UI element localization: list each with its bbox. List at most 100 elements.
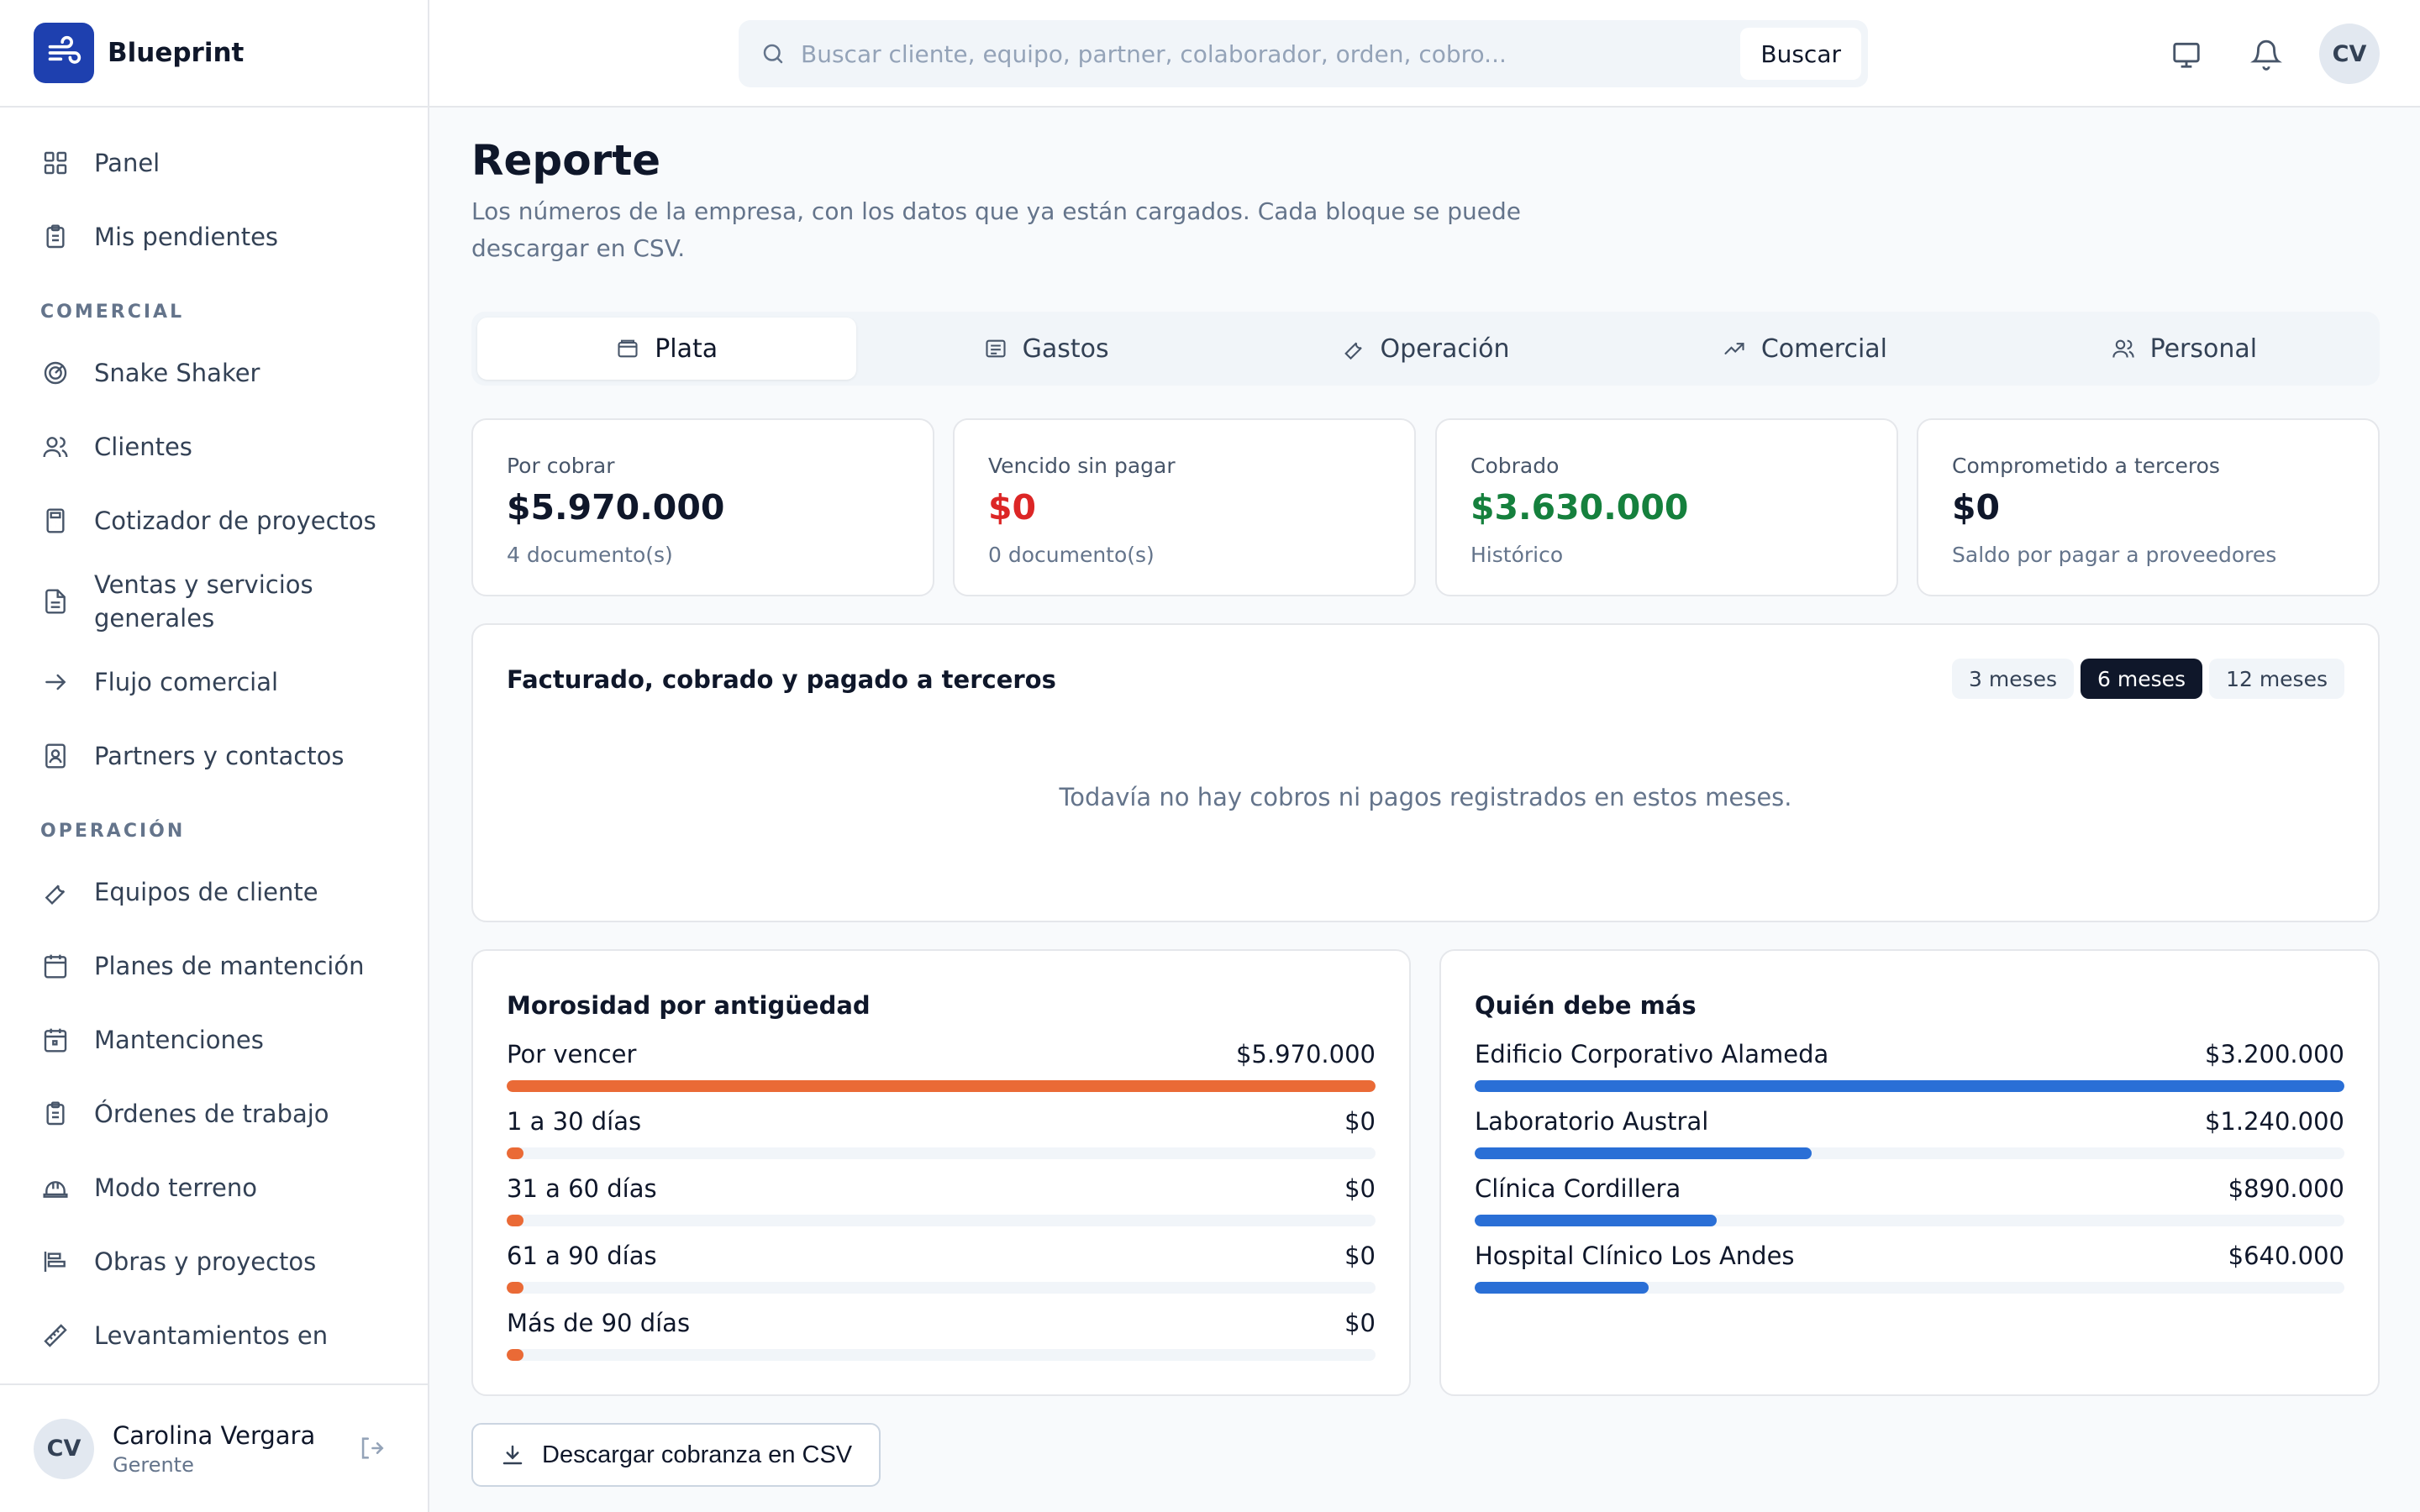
bar-track (1475, 1080, 2344, 1092)
bar-label: Más de 90 días (507, 1309, 691, 1337)
page-title: Reporte (471, 136, 661, 185)
tab-comercial[interactable]: Comercial (1615, 318, 1994, 380)
sidebar-item-mantenciones[interactable]: Mantenciones (0, 1003, 428, 1077)
wrench-icon (1342, 337, 1365, 360)
hardhat-icon (40, 1173, 71, 1203)
debtors-card-title: Quién debe más (1475, 991, 1697, 1020)
section-comercial: COMERCIAL (40, 302, 185, 323)
sidebar-item-ordenes[interactable]: Órdenes de trabajo (0, 1077, 428, 1151)
wind-logo-icon (34, 23, 94, 83)
sidebar-item-label: Modo terreno (94, 1173, 258, 1202)
bar-fill (1475, 1147, 1812, 1159)
debtors-row: Clínica Cordillera $890.000 (1475, 1174, 2344, 1235)
sidebar-item-label: Levantamientos en (94, 1321, 329, 1350)
tab-operacion[interactable]: Operación (1236, 318, 1615, 380)
sidebar-item-label: Partners y contactos (94, 742, 345, 770)
sidebar-item-snake-shaker[interactable]: Snake Shaker (0, 336, 428, 410)
sidebar-item-partners[interactable]: Partners y contactos (0, 719, 428, 793)
stat-sub: Histórico (1470, 543, 1564, 567)
calendar-grid-icon (40, 951, 71, 981)
aging-card-title: Morosidad por antigüedad (507, 991, 871, 1020)
trending-up-icon (1723, 337, 1746, 360)
bar-track (1475, 1215, 2344, 1226)
clipboard-icon (40, 1099, 71, 1129)
bar-value: $890.000 (2228, 1174, 2344, 1203)
aging-row: 61 a 90 días $0 (507, 1242, 1376, 1302)
range-6-meses[interactable]: 6 meses (2081, 659, 2203, 699)
brand[interactable]: Blueprint (0, 0, 428, 108)
range-3-meses[interactable]: 3 meses (1952, 659, 2075, 699)
debtors-row: Hospital Clínico Los Andes $640.000 (1475, 1242, 2344, 1302)
search-bar: Buscar (739, 20, 1868, 87)
range-selector: 3 meses 6 meses 12 meses (1952, 659, 2344, 699)
stat-value: $3.630.000 (1470, 487, 1689, 528)
bar-fill (507, 1147, 523, 1159)
download-csv-button[interactable]: Descargar cobranza en CSV (471, 1423, 881, 1487)
sidebar: Blueprint Panel Mis pendientes COMERCIAL… (0, 0, 429, 1512)
sidebar-item-ventas[interactable]: Ventas y servicios generales (0, 558, 428, 645)
sidebar-item-label: Flujo comercial (94, 668, 279, 696)
range-12-meses[interactable]: 12 meses (2209, 659, 2344, 699)
document-icon (40, 586, 71, 617)
user-name: Carolina Vergara (113, 1420, 316, 1450)
header-avatar[interactable]: CV (2319, 24, 2380, 84)
stat-value: $5.970.000 (507, 487, 725, 528)
user-role: Gerente (113, 1452, 194, 1477)
debtors-row: Laboratorio Austral $1.240.000 (1475, 1107, 2344, 1168)
sidebar-item-mis-pendientes[interactable]: Mis pendientes (0, 200, 428, 274)
stat-label: Vencido sin pagar (988, 454, 1176, 478)
page-subtitle: Los números de la empresa, con los datos… (471, 197, 1522, 262)
users-icon (2112, 337, 2135, 360)
stat-label: Comprometido a terceros (1952, 454, 2220, 478)
bar-label: Por vencer (507, 1040, 637, 1068)
sidebar-item-planes[interactable]: Planes de mantención (0, 929, 428, 1003)
stat-card-comprometido: Comprometido a terceros $0 Saldo por pag… (1917, 418, 2380, 596)
ruler-icon (40, 1320, 71, 1351)
download-icon (500, 1442, 525, 1467)
bar-label: 61 a 90 días (507, 1242, 657, 1270)
sidebar-item-label: Panel (94, 149, 160, 177)
sidebar-item-panel[interactable]: Panel (0, 126, 428, 200)
debtors-card: Quién debe más Edificio Corporativo Alam… (1439, 949, 2380, 1396)
logout-icon[interactable] (357, 1434, 387, 1464)
bar-fill (1475, 1080, 2344, 1092)
tab-personal[interactable]: Personal (1995, 318, 2374, 380)
report-tabs: Plata Gastos Operación Comercial Persona… (471, 312, 2380, 386)
bar-value: $0 (1344, 1107, 1376, 1136)
sidebar-item-clientes[interactable]: Clientes (0, 410, 428, 484)
avatar[interactable]: CV (34, 1418, 94, 1479)
sidebar-item-label: Snake Shaker (94, 359, 260, 387)
sidebar-item-cotizador[interactable]: Cotizador de proyectos (0, 484, 428, 558)
monitor-icon[interactable] (2170, 39, 2202, 71)
sidebar-item-label: Equipos de cliente (94, 878, 318, 906)
sidebar-item-levantamientos[interactable]: Levantamientos en (0, 1299, 428, 1373)
tab-label: Personal (2149, 333, 2258, 364)
receipt-icon (984, 337, 1007, 360)
sidebar-item-flujo-comercial[interactable]: Flujo comercial (0, 645, 428, 719)
user-box: CV Carolina Vergara Gerente (0, 1383, 428, 1512)
search-input[interactable] (801, 39, 1741, 68)
download-label: Descargar cobranza en CSV (542, 1441, 853, 1468)
topbar: Buscar CV (429, 0, 2420, 108)
stat-value: $0 (988, 487, 1037, 528)
target-icon (40, 358, 71, 388)
wrench-icon (40, 877, 71, 907)
sidebar-item-modo-terreno[interactable]: Modo terreno (0, 1151, 428, 1225)
bar-value: $0 (1344, 1309, 1376, 1337)
stat-sub: Saldo por pagar a proveedores (1952, 543, 2277, 567)
bar-label: Edificio Corporativo Alameda (1475, 1040, 1829, 1068)
stat-sub: 4 documento(s) (507, 543, 673, 567)
bell-icon[interactable] (2250, 39, 2282, 71)
sidebar-item-obras[interactable]: Obras y proyectos (0, 1225, 428, 1299)
stat-value: $0 (1952, 487, 2001, 528)
bar-value: $640.000 (2228, 1242, 2344, 1270)
sidebar-item-label: Obras y proyectos (94, 1247, 317, 1276)
tab-gastos[interactable]: Gastos (856, 318, 1235, 380)
bar-label: 31 a 60 días (507, 1174, 657, 1203)
aging-row: 31 a 60 días $0 (507, 1174, 1376, 1235)
search-button[interactable]: Buscar (1740, 28, 1861, 80)
sidebar-item-equipos[interactable]: Equipos de cliente (0, 855, 428, 929)
brand-name: Blueprint (108, 38, 245, 68)
tab-plata[interactable]: Plata (477, 318, 857, 380)
stat-card-cobrado: Cobrado $3.630.000 Histórico (1435, 418, 1898, 596)
